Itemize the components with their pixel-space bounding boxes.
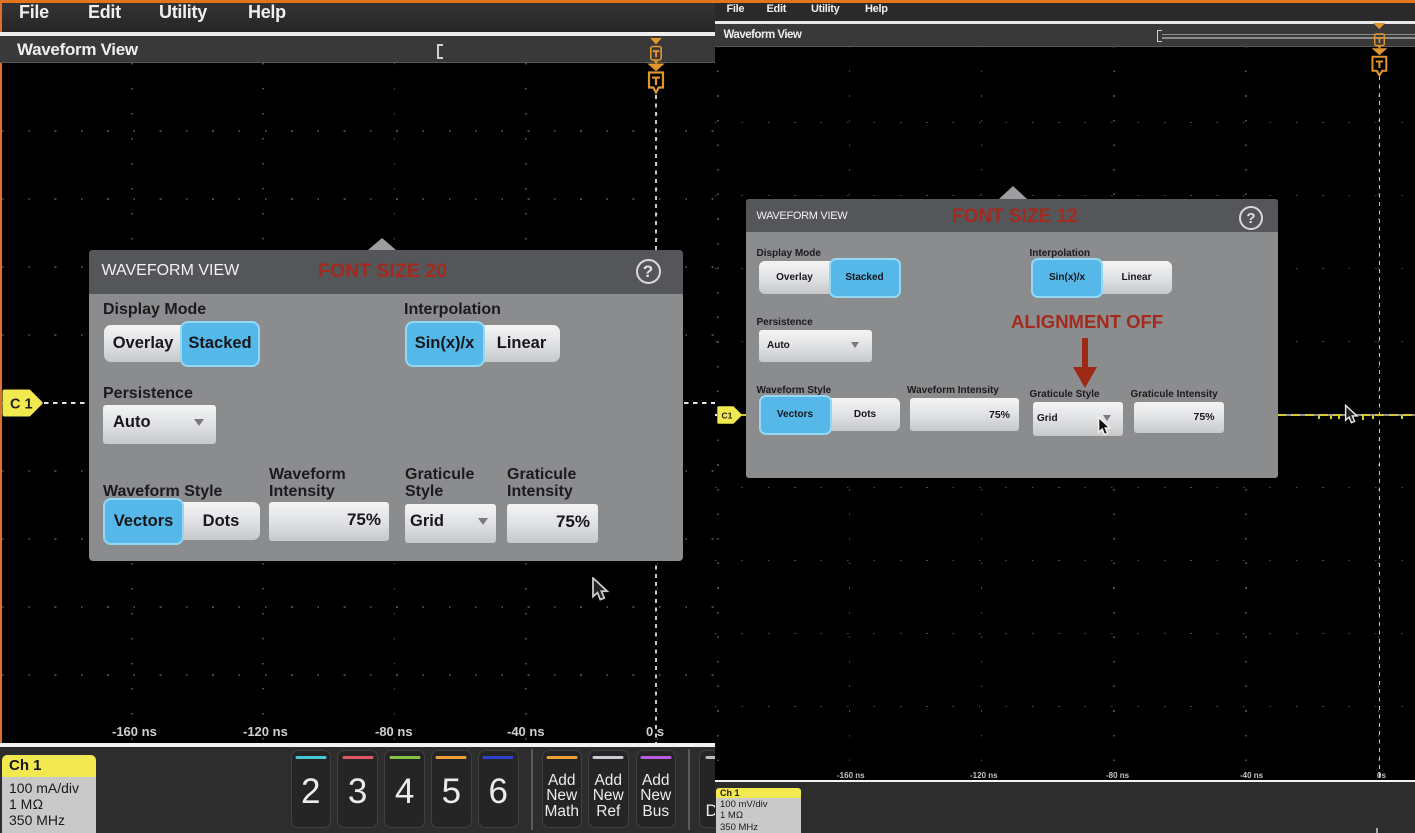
- svg-text:C 1: C 1: [10, 397, 33, 413]
- svg-text:C1: C1: [722, 410, 733, 420]
